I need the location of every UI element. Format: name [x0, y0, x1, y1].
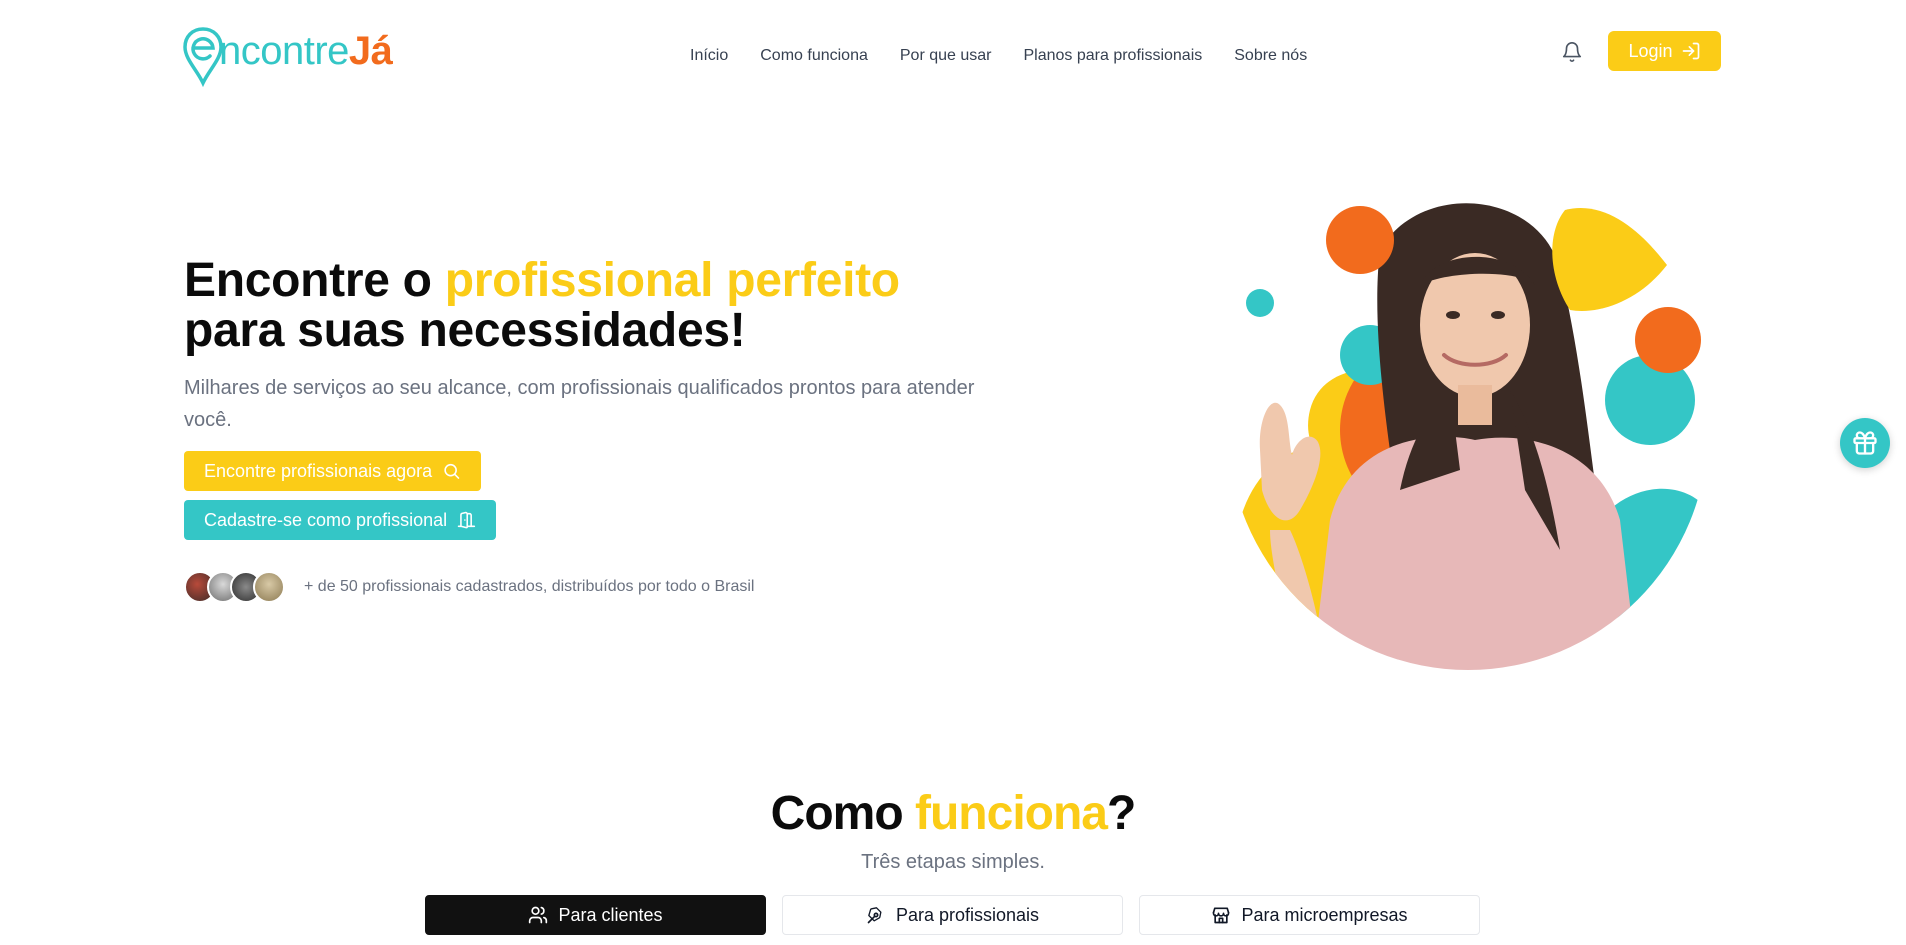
tab-label: Para microempresas — [1241, 904, 1408, 925]
nav-link-planos[interactable]: Planos para profissionais — [1023, 46, 1202, 66]
location-pin-logo-icon — [183, 27, 223, 88]
hero-illustration — [1228, 203, 1708, 670]
site-header: ncontreJá Início Como funciona Por que u… — [0, 0, 1906, 100]
how-it-works-subtitle: Três etapas simples. — [861, 851, 1045, 873]
nav-link-sobre-nos[interactable]: Sobre nós — [1234, 46, 1307, 66]
nav-link-por-que-usar[interactable]: Por que usar — [900, 46, 992, 66]
how-it-works-title-highlight: funciona — [915, 787, 1108, 840]
avatar — [253, 571, 285, 603]
gift-floating-button[interactable] — [1840, 418, 1890, 468]
how-it-works-title-part2: ? — [1107, 787, 1136, 840]
gift-icon — [1853, 431, 1877, 455]
hero-title-part2: para suas necessidades! — [184, 304, 746, 357]
hero-title-part1: Encontre o — [184, 254, 445, 307]
brand-name-part1: ncontre — [219, 29, 349, 73]
tab-para-profissionais[interactable]: Para profissionais — [782, 895, 1123, 935]
login-arrow-icon — [1682, 42, 1699, 60]
social-proof-text: + de 50 profissionais cadastrados, distr… — [304, 578, 755, 595]
nav-link-como-funciona[interactable]: Como funciona — [760, 46, 868, 66]
audience-tabs: Para clientes Para profissionais Para mi… — [425, 895, 1480, 935]
brand-logo[interactable]: ncontreJá — [183, 26, 393, 88]
login-button-label: Login — [1628, 40, 1673, 61]
main-nav: Início Como funciona Por que usar Planos… — [690, 46, 1307, 66]
users-icon — [529, 906, 548, 924]
tab-label: Para clientes — [558, 904, 663, 925]
brand-name-part2: Já — [348, 29, 393, 73]
tab-label: Para profissionais — [895, 904, 1040, 925]
tab-para-clientes[interactable]: Para clientes — [425, 895, 766, 935]
hero-title-highlight: profissional perfeito — [444, 254, 900, 307]
store-icon — [1213, 907, 1230, 924]
bell-icon[interactable] — [1561, 40, 1583, 64]
brand-name: ncontreJá — [219, 26, 393, 76]
nav-link-inicio[interactable]: Início — [690, 46, 728, 66]
find-professionals-button[interactable]: Encontre profissionais agora — [184, 451, 481, 491]
hero-subtitle: Milhares de serviços ao seu alcance, com… — [184, 377, 975, 431]
how-it-works-title-part1: Como — [770, 787, 915, 840]
search-icon — [444, 463, 460, 479]
find-professionals-label: Encontre profissionais agora — [204, 460, 433, 481]
door-icon — [457, 511, 476, 529]
login-button[interactable]: Login — [1608, 31, 1721, 71]
hero-title: Encontre o profissional perfeito para su… — [184, 256, 900, 356]
pen-tool-icon — [867, 907, 882, 924]
professional-avatars — [184, 571, 285, 603]
register-professional-label: Cadastre-se como profissional — [204, 509, 448, 530]
how-it-works-title: Como funciona? — [0, 786, 1906, 842]
register-professional-button[interactable]: Cadastre-se como profissional — [184, 500, 496, 540]
tab-para-microempresas[interactable]: Para microempresas — [1139, 895, 1480, 935]
